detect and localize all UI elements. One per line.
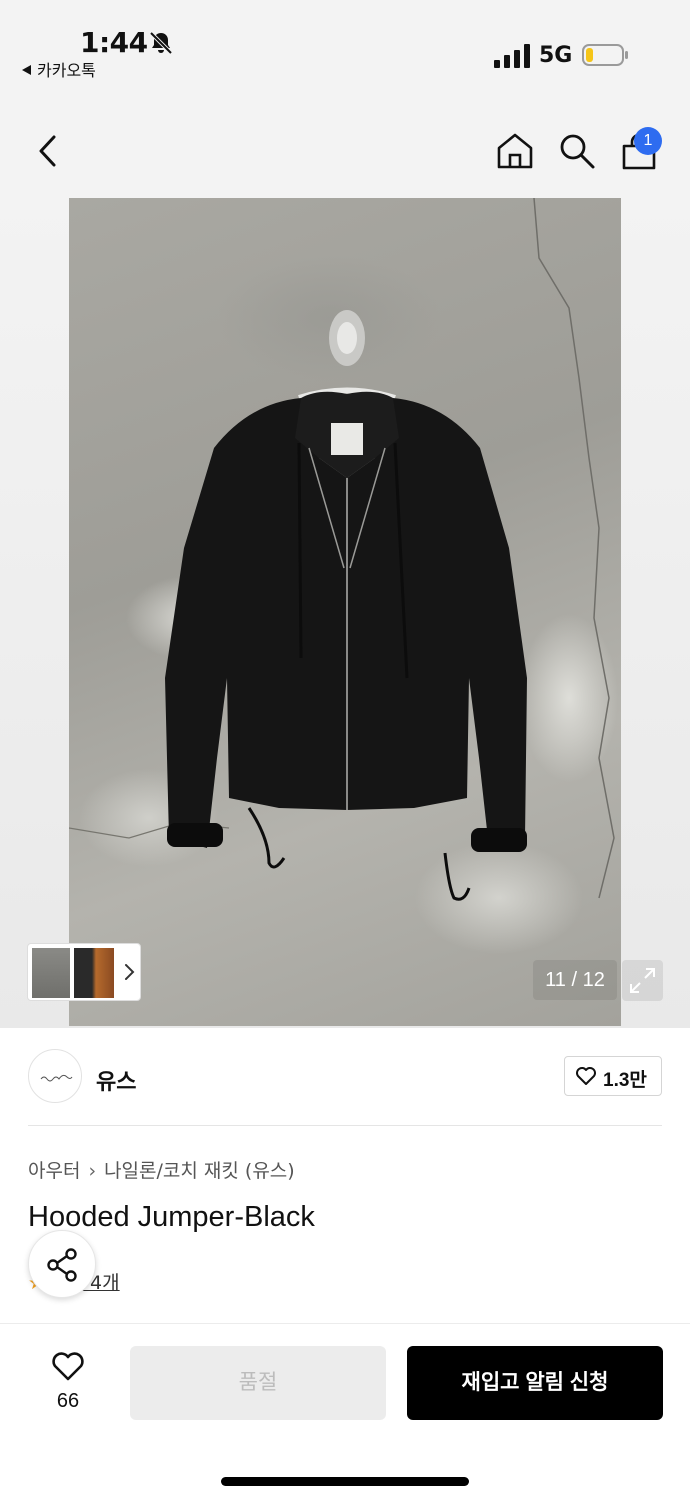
back-triangle-icon — [22, 65, 31, 75]
expand-icon — [630, 968, 655, 993]
product-gallery[interactable]: 11 / 12 — [0, 198, 690, 1028]
product-photo[interactable] — [69, 198, 621, 1026]
expand-button[interactable] — [622, 960, 663, 1001]
share-button[interactable] — [28, 1230, 96, 1298]
heart-icon — [576, 1067, 596, 1085]
soldout-button[interactable]: 품절 — [130, 1346, 386, 1420]
product-title: Hooded Jumper-Black — [28, 1201, 315, 1233]
bell-off-icon — [149, 31, 173, 55]
brand-logo[interactable] — [28, 1049, 82, 1103]
brand-like-count: 1.3만 — [603, 1070, 647, 1091]
status-time: 1:44 — [80, 26, 148, 59]
divider — [0, 1323, 690, 1324]
heart-icon — [52, 1352, 84, 1381]
category-child-link[interactable]: 나일론/코치 재킷 (유스) — [104, 1160, 295, 1182]
jacket-illustration — [69, 198, 615, 901]
brand-row[interactable]: 유스 1.3만 — [0, 1028, 690, 1126]
thumbnail-1[interactable] — [32, 948, 70, 998]
breadcrumb-separator-icon: › — [88, 1160, 97, 1182]
signal-icon — [494, 44, 530, 68]
thumbnail-2[interactable] — [74, 948, 114, 998]
home-icon[interactable] — [496, 132, 534, 170]
restock-alert-button[interactable]: 재입고 알림 신청 — [407, 1346, 663, 1420]
wish-count: 66 — [56, 1390, 80, 1412]
divider — [28, 1125, 662, 1126]
wish-button[interactable]: 66 — [40, 1350, 96, 1416]
cart-badge: 1 — [634, 127, 662, 155]
status-bar: 1:44 카카오톡 5G — [0, 0, 690, 95]
battery-icon — [582, 44, 628, 66]
chevron-right-icon — [125, 964, 135, 980]
back-to-app-link[interactable]: 카카오톡 — [22, 57, 96, 81]
thumbnail-strip[interactable] — [27, 943, 141, 1001]
back-arrow-icon[interactable] — [36, 134, 60, 168]
network-type: 5G — [539, 43, 573, 68]
home-indicator — [221, 1477, 469, 1486]
image-counter: 11 / 12 — [533, 960, 617, 1000]
breadcrumb: 아우터 › 나일론/코치 재킷 (유스) — [28, 1156, 295, 1183]
brand-name[interactable]: 유스 — [96, 1064, 136, 1096]
brand-logo-mark — [40, 1074, 73, 1082]
back-app-label: 카카오톡 — [37, 61, 96, 80]
brand-like-button[interactable]: 1.3만 — [564, 1056, 662, 1096]
search-icon[interactable] — [558, 132, 596, 170]
share-icon — [47, 1248, 77, 1282]
category-parent-link[interactable]: 아우터 — [28, 1160, 80, 1182]
